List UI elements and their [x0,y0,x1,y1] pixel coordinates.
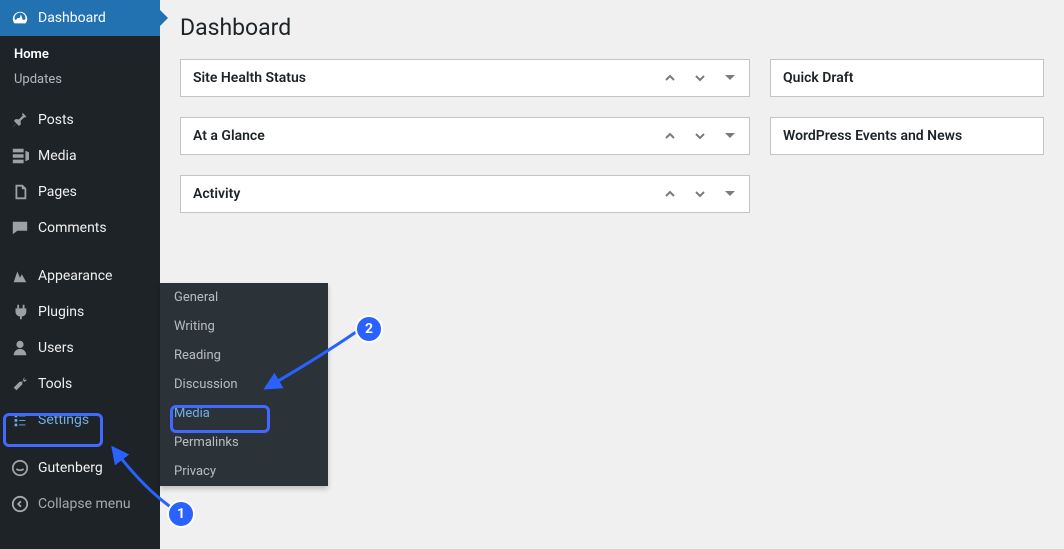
sidebar-subitem-home[interactable]: Home [0,42,160,67]
label: Dashboard [38,10,106,26]
sidebar-item-gutenberg[interactable]: Gutenberg [0,450,160,486]
label: Settings [38,412,89,428]
panel-activity[interactable]: Activity [180,175,750,213]
pages-icon [10,182,30,202]
appearance-icon [10,266,30,286]
move-up-icon[interactable] [663,71,677,85]
label: Posts [38,112,74,128]
panel-at-a-glance[interactable]: At a Glance [180,117,750,155]
sidebar-item-pages[interactable]: Pages [0,174,160,210]
toggle-icon[interactable] [723,187,737,201]
sidebar-subitem-updates[interactable]: Updates [0,67,160,92]
separator [0,438,160,450]
panel-title: Quick Draft [783,70,853,86]
toggle-icon[interactable] [723,71,737,85]
sidebar-item-settings[interactable]: Settings [0,402,160,438]
sidebar-item-posts[interactable]: Posts [0,102,160,138]
gutenberg-icon [10,458,30,478]
panel-events-news[interactable]: WordPress Events and News [770,117,1044,155]
move-down-icon[interactable] [693,71,707,85]
sidebar-item-tools[interactable]: Tools [0,366,160,402]
submenu-item-media[interactable]: Media [160,399,328,428]
move-up-icon[interactable] [663,187,677,201]
label: Collapse menu [38,496,131,512]
panel-controls [663,187,737,201]
page-title: Dashboard [180,14,1044,41]
settings-icon [10,410,30,430]
label: Plugins [38,304,84,320]
label: Media [38,148,77,164]
sidebar: Dashboard Home Updates Posts Media Pages… [0,0,160,549]
sidebar-item-appearance[interactable]: Appearance [0,258,160,294]
panel-header: Site Health Status [181,60,749,96]
label: Pages [38,184,77,200]
label: Tools [38,376,72,392]
sidebar-item-comments[interactable]: Comments [0,210,160,246]
panel-header: Quick Draft [771,60,1043,96]
panel-title: Site Health Status [193,70,306,86]
submenu-item-discussion[interactable]: Discussion [160,370,328,399]
panel-title: WordPress Events and News [783,128,962,144]
dashboard-icon [10,8,30,28]
label: Users [38,340,74,356]
panel-quick-draft[interactable]: Quick Draft [770,59,1044,97]
comments-icon [10,218,30,238]
right-column: Quick Draft WordPress Events and News [770,59,1044,213]
users-icon [10,338,30,358]
submenu-item-privacy[interactable]: Privacy [160,457,328,486]
sidebar-item-users[interactable]: Users [0,330,160,366]
panel-controls [663,129,737,143]
panel-header: WordPress Events and News [771,118,1043,154]
submenu-item-permalinks[interactable]: Permalinks [160,428,328,457]
settings-submenu: General Writing Reading Discussion Media… [160,283,328,486]
label: Appearance [38,268,112,284]
plugins-icon [10,302,30,322]
dashboard-subitems: Home Updates [0,36,160,102]
sidebar-item-media[interactable]: Media [0,138,160,174]
panel-site-health[interactable]: Site Health Status [180,59,750,97]
label: Comments [38,220,107,236]
collapse-icon [10,494,30,514]
panel-header: Activity [181,176,749,212]
media-icon [10,146,30,166]
sidebar-collapse[interactable]: Collapse menu [0,486,160,522]
move-down-icon[interactable] [693,129,707,143]
submenu-item-reading[interactable]: Reading [160,341,328,370]
dashboard-columns: Site Health Status At a Glance [180,59,1044,213]
panel-title: Activity [193,186,240,202]
toggle-icon[interactable] [723,129,737,143]
tools-icon [10,374,30,394]
panel-header: At a Glance [181,118,749,154]
submenu-item-general[interactable]: General [160,283,328,312]
move-down-icon[interactable] [693,187,707,201]
left-column: Site Health Status At a Glance [180,59,750,213]
label: Gutenberg [38,460,103,476]
sidebar-item-plugins[interactable]: Plugins [0,294,160,330]
move-up-icon[interactable] [663,129,677,143]
separator [0,246,160,258]
pin-icon [10,110,30,130]
panel-title: At a Glance [193,128,265,144]
panel-controls [663,71,737,85]
submenu-item-writing[interactable]: Writing [160,312,328,341]
sidebar-item-dashboard[interactable]: Dashboard [0,0,160,36]
